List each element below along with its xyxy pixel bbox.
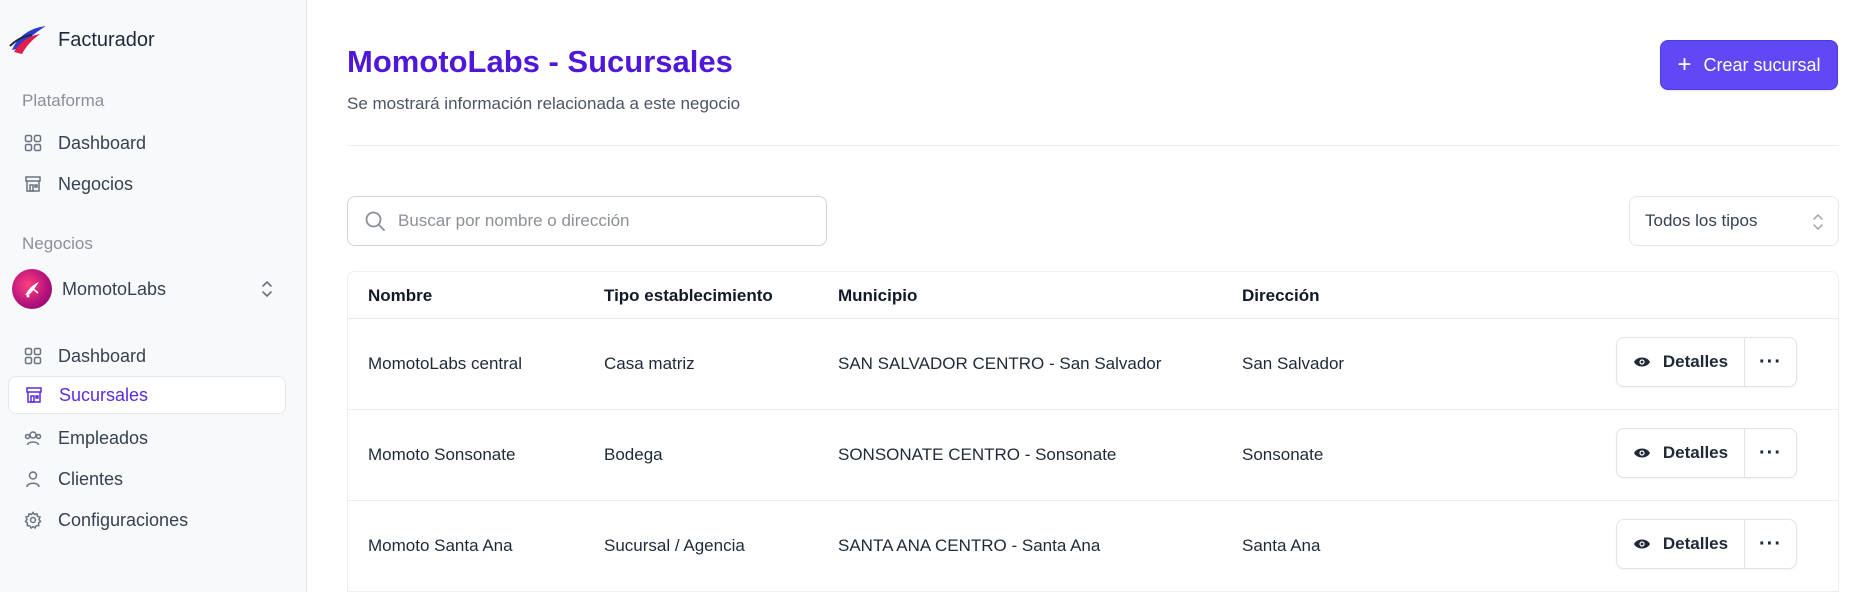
table-row: Momoto Santa Ana Sucursal / Agencia SANT… [348, 501, 1838, 592]
app-name: Facturador [58, 28, 155, 51]
details-label: Detalles [1662, 534, 1729, 553]
details-label: Detalles [1662, 352, 1729, 371]
details-button[interactable]: Detalles [1617, 338, 1745, 386]
create-sucursal-label: Crear sucursal [1703, 54, 1821, 75]
sidebar-item-label: Empleados [58, 427, 149, 448]
search-input[interactable] [398, 211, 798, 231]
users-icon [24, 431, 42, 446]
ellipsis-icon: ··· [1759, 532, 1782, 555]
cell-nombre: Momoto Sonsonate [368, 445, 516, 464]
cell-nombre: MomotoLabs central [368, 354, 523, 373]
chevrons-up-down-icon [262, 281, 272, 297]
table-row: MomotoLabs central Casa matriz SAN SALVA… [348, 319, 1838, 410]
search-icon [365, 211, 385, 231]
sidebar: Facturador Plataforma Dashboard Negocios… [0, 0, 307, 592]
brand[interactable]: Facturador [8, 22, 155, 58]
eye-icon [1633, 448, 1650, 458]
table-row: Momoto Sonsonate Bodega SONSONATE CENTRO… [348, 410, 1838, 501]
search-box[interactable] [347, 196, 827, 246]
sidebar-item-label: Negocios [58, 173, 134, 194]
sidebar-item-platform-dashboard[interactable]: Dashboard [8, 124, 286, 162]
business-name: MomotoLabs [62, 278, 167, 299]
details-label: Detalles [1662, 443, 1729, 462]
user-icon [26, 471, 40, 488]
sidebar-item-sucursales[interactable]: Sucursales [8, 376, 286, 414]
sidebar-item-empleados[interactable]: Empleados [8, 419, 286, 457]
row-actions: Detalles ··· [1616, 428, 1797, 478]
sidebar-item-negocios[interactable]: Negocios [8, 165, 286, 203]
store-icon [25, 176, 41, 192]
eye-icon [1633, 357, 1650, 367]
business-avatar [12, 269, 52, 309]
business-switcher[interactable]: MomotoLabs [12, 268, 274, 310]
sidebar-item-label: Sucursales [59, 384, 149, 405]
create-sucursal-button[interactable]: + Crear sucursal [1660, 40, 1838, 90]
ellipsis-icon: ··· [1759, 441, 1782, 464]
cell-nombre: Momoto Santa Ana [368, 536, 513, 555]
more-options-button[interactable]: ··· [1745, 429, 1796, 477]
ellipsis-icon: ··· [1759, 350, 1782, 373]
more-options-button[interactable]: ··· [1745, 338, 1796, 386]
sidebar-item-label: Clientes [58, 468, 124, 489]
cell-tipo: Casa matriz [604, 354, 695, 373]
column-header-tipo: Tipo establecimiento [604, 286, 773, 305]
details-button[interactable]: Detalles [1617, 429, 1745, 477]
hummingbird-icon [25, 282, 39, 298]
row-actions: Detalles ··· [1616, 519, 1797, 569]
eye-icon [1633, 539, 1650, 549]
sidebar-item-label: Dashboard [58, 132, 147, 153]
cell-direccion: Sonsonate [1242, 445, 1324, 464]
header-divider [347, 145, 1839, 146]
cell-direccion: San Salvador [1242, 354, 1345, 373]
cell-municipio: SANTA ANA CENTRO - Santa Ana [838, 536, 1101, 555]
column-header-nombre: Nombre [368, 286, 433, 305]
grid-icon [24, 134, 42, 152]
sidebar-item-label: Dashboard [58, 345, 147, 366]
chevrons-up-down-icon [1813, 214, 1823, 230]
column-header-municipio: Municipio [838, 286, 918, 305]
page-subtitle: Se mostrará información relacionada a es… [347, 94, 741, 113]
sidebar-item-label: Configuraciones [58, 509, 189, 530]
table-header: Nombre Tipo establecimiento Municipio Di… [348, 272, 1838, 319]
sidebar-item-configuraciones[interactable]: Configuraciones [8, 501, 286, 539]
type-filter-select[interactable]: Todos los tipos [1629, 196, 1839, 246]
sucursales-table: Nombre Tipo establecimiento Municipio Di… [347, 271, 1839, 592]
platform-section-label: Plataforma [22, 91, 105, 110]
sidebar-item-dashboard[interactable]: Dashboard [8, 337, 286, 375]
cell-municipio: SAN SALVADOR CENTRO - San Salvador [838, 354, 1162, 373]
cell-municipio: SONSONATE CENTRO - Sonsonate [838, 445, 1117, 464]
type-filter-value: Todos los tipos [1645, 211, 1758, 230]
more-options-button[interactable]: ··· [1745, 520, 1796, 568]
cell-tipo: Sucursal / Agencia [604, 536, 745, 555]
business-section-label: Negocios [22, 234, 93, 253]
store-icon [26, 387, 42, 403]
plus-icon: + [1677, 51, 1692, 78]
cell-direccion: Santa Ana [1242, 536, 1321, 555]
app-logo-icon [9, 26, 46, 54]
cell-tipo: Bodega [604, 445, 663, 464]
grid-icon [24, 347, 42, 365]
sidebar-item-clientes[interactable]: Clientes [8, 460, 286, 498]
page-title: MomotoLabs - Sucursales [347, 44, 733, 79]
column-header-direccion: Dirección [1242, 286, 1320, 305]
row-actions: Detalles ··· [1616, 337, 1797, 387]
details-button[interactable]: Detalles [1617, 520, 1745, 568]
gear-icon [24, 511, 42, 529]
